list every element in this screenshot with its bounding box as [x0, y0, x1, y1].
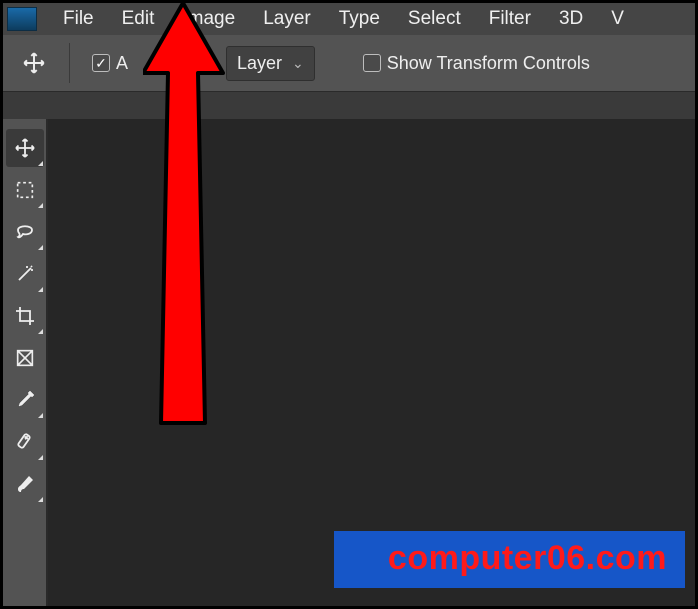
menu-edit[interactable]: Edit: [108, 4, 169, 34]
photoshop-window: File Edit Image Layer Type Select Filter…: [0, 0, 698, 609]
brush-tool[interactable]: [6, 465, 44, 503]
menu-3d[interactable]: 3D: [545, 4, 597, 34]
menu-view-partial[interactable]: V: [597, 4, 638, 34]
auto-select-label: A: [116, 53, 128, 74]
submenu-indicator-icon: [38, 203, 43, 208]
move-tool-icon: [21, 50, 47, 76]
watermark-text: computer06.com: [388, 539, 667, 577]
submenu-indicator-icon: [38, 329, 43, 334]
auto-select-checkbox[interactable]: A: [92, 53, 128, 74]
move-tool[interactable]: [6, 129, 44, 167]
layer-dropdown-label: Layer: [237, 53, 282, 74]
submenu-indicator-icon: [38, 413, 43, 418]
submenu-indicator-icon: [38, 245, 43, 250]
menu-file[interactable]: File: [49, 4, 108, 34]
marquee-tool[interactable]: [6, 171, 44, 209]
frame-tool[interactable]: [6, 339, 44, 377]
menu-type[interactable]: Type: [325, 4, 394, 34]
checkbox-checked-icon: [92, 54, 110, 72]
submenu-indicator-icon: [38, 497, 43, 502]
lasso-tool[interactable]: [6, 213, 44, 251]
eyedropper-tool[interactable]: [6, 381, 44, 419]
submenu-indicator-icon: [38, 287, 43, 292]
document-tabs[interactable]: [3, 91, 695, 119]
divider: [69, 43, 70, 83]
magic-wand-tool[interactable]: [6, 255, 44, 293]
menu-layer[interactable]: Layer: [249, 4, 325, 34]
show-transform-label: Show Transform Controls: [387, 53, 590, 74]
menu-filter[interactable]: Filter: [475, 4, 545, 34]
submenu-indicator-icon: [38, 455, 43, 460]
show-transform-checkbox[interactable]: Show Transform Controls: [363, 53, 590, 74]
watermark: computer06.com: [334, 531, 685, 588]
menu-select[interactable]: Select: [394, 4, 475, 34]
menu-image[interactable]: Image: [168, 4, 249, 34]
menu-bar: File Edit Image Layer Type Select Filter…: [3, 3, 695, 35]
checkbox-unchecked-icon: [363, 54, 381, 72]
chevron-down-icon: ⌄: [292, 55, 304, 72]
healing-brush-tool[interactable]: [6, 423, 44, 461]
crop-tool[interactable]: [6, 297, 44, 335]
submenu-indicator-icon: [38, 161, 43, 166]
app-logo-icon: [7, 7, 37, 31]
tools-panel: [3, 119, 47, 606]
layer-dropdown[interactable]: Layer ⌄: [226, 46, 315, 81]
options-bar: A Layer ⌄ Show Transform Controls: [3, 35, 695, 91]
